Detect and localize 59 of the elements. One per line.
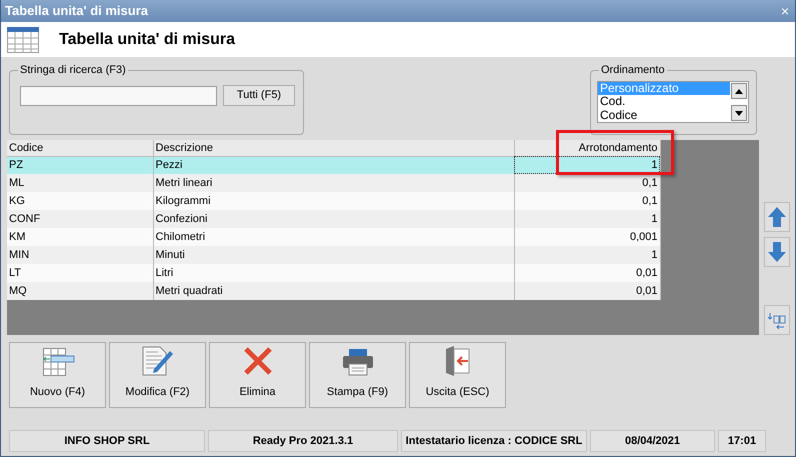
all-button[interactable]: Tutti (F5) [223, 85, 295, 106]
table-cell: MIN [7, 246, 153, 264]
column-header[interactable]: Descrizione [153, 140, 514, 156]
toolbar-button[interactable]: Stampa (F9) [309, 342, 406, 408]
toolbar-button[interactable]: Uscita (ESC) [409, 342, 506, 408]
status-cell: INFO SHOP SRL [9, 430, 205, 452]
table-cell: 0,01 [514, 264, 660, 282]
table-cell: Confezioni [153, 210, 514, 228]
move-up-button[interactable] [764, 202, 790, 232]
table-cell: Chilometri [153, 228, 514, 246]
table-icon [7, 26, 39, 52]
swap-columns-icon [767, 310, 787, 330]
form-title: Tabella unita' di misura [59, 30, 235, 50]
status-cell: 17:01 [718, 430, 766, 452]
column-header[interactable]: Codice [7, 140, 153, 156]
table-cell: 1 [514, 246, 660, 264]
table-cell: 0,1 [514, 174, 660, 192]
list-option[interactable]: Cod. [598, 95, 730, 109]
swap-button[interactable] [764, 305, 790, 335]
table-cell: Metri lineari [153, 174, 514, 192]
list-option[interactable]: Codice [598, 108, 730, 122]
table-cell: 0,001 [514, 228, 660, 246]
table-cell: MQ [7, 282, 153, 300]
move-down-button[interactable] [764, 237, 790, 267]
table-cell: 1 [514, 210, 660, 228]
table-cell: 0,1 [514, 192, 660, 210]
table-cell: Minuti [153, 246, 514, 264]
table-cell: Pezzi [153, 156, 514, 174]
scroll-down-button[interactable] [731, 105, 747, 121]
status-cell: 08/04/2021 [590, 430, 715, 452]
group-label: Stringa di ricerca (F3) [18, 63, 128, 77]
table-cell: KM [7, 228, 153, 246]
up-arrow-icon [767, 206, 787, 228]
scroll-up-button[interactable] [731, 83, 747, 99]
exit-door-icon [444, 346, 470, 376]
column-header[interactable]: Arrotondamento [514, 140, 660, 156]
down-arrow-icon [767, 241, 787, 263]
table-cell: Litri [153, 264, 514, 282]
status-cell: Intestatario licenza : CODICE SRL [401, 430, 587, 452]
toolbar-button[interactable]: Nuovo (F4) [9, 342, 106, 408]
table-cell: CONF [7, 210, 153, 228]
table-cell: Metri quadrati [153, 282, 514, 300]
table-cell: ML [7, 174, 153, 192]
table-cell: LT [7, 264, 153, 282]
status-cell: Ready Pro 2021.3.1 [208, 430, 398, 452]
add-row-icon [40, 348, 74, 376]
window-title: Tabella unita' di misura [5, 2, 148, 20]
table-cell: PZ [7, 156, 153, 174]
down-triangle-icon [735, 110, 743, 116]
up-triangle-icon [735, 88, 743, 94]
toolbar-button[interactable]: Modifica (F2) [109, 342, 206, 408]
delete-icon [242, 346, 272, 376]
table-cell: Kilogrammi [153, 192, 514, 210]
table-cell: KG [7, 192, 153, 210]
toolbar-button[interactable]: Elimina [209, 342, 306, 408]
printer-icon [342, 348, 374, 376]
search-field[interactable] [20, 86, 217, 106]
table-cell: 0,01 [514, 282, 660, 300]
edit-document-icon [142, 346, 174, 376]
